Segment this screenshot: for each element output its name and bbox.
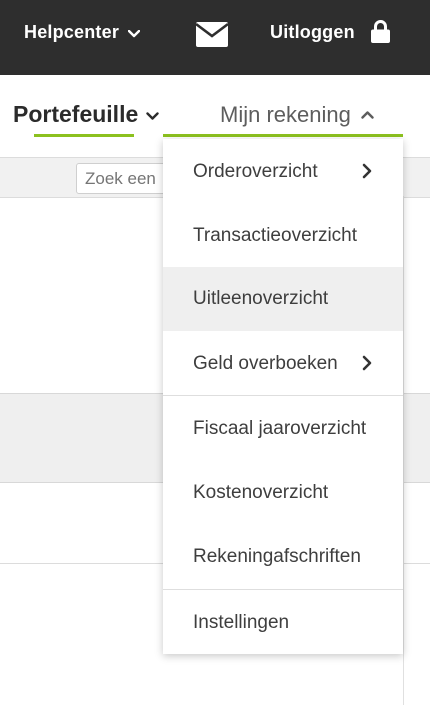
chevron-down-icon	[128, 29, 141, 37]
menu-item-instellingen[interactable]: Instellingen	[163, 591, 403, 655]
account-dropdown-menu: Orderoverzicht Transactieoverzicht Uitle…	[163, 139, 403, 654]
menu-item-kostenoverzicht[interactable]: Kostenoverzicht	[163, 461, 403, 525]
menu-item-label: Orderoverzicht	[193, 161, 318, 182]
menu-item-transactieoverzicht[interactable]: Transactieoverzicht	[163, 204, 403, 268]
envelope-icon	[196, 22, 228, 47]
menu-item-uitleenoverzicht[interactable]: Uitleenoverzicht	[163, 267, 403, 331]
logout-label: Uitloggen	[270, 22, 355, 42]
menu-item-rekeningafschriften[interactable]: Rekeningafschriften	[163, 525, 403, 589]
top-bar: Helpcenter Uitloggen	[0, 0, 430, 75]
messages-button[interactable]	[196, 22, 228, 47]
divider	[403, 196, 404, 705]
menu-separator	[163, 589, 403, 590]
lock-icon	[370, 19, 390, 43]
helpcenter-label: Helpcenter	[24, 22, 120, 42]
menu-item-label: Geld overboeken	[193, 353, 338, 374]
menu-separator	[163, 395, 403, 396]
nav-mijn-rekening[interactable]: Mijn rekening	[220, 102, 374, 128]
nav-mijn-rekening-underline	[163, 134, 403, 137]
menu-item-label: Fiscaal jaaroverzicht	[193, 418, 367, 439]
menu-item-label: Transactieoverzicht	[193, 225, 358, 246]
nav-portefeuille-underline	[34, 134, 134, 137]
chevron-up-icon	[361, 110, 374, 119]
nav-portefeuille-label: Portefeuille	[13, 101, 139, 127]
menu-item-label: Kostenoverzicht	[193, 482, 329, 503]
menu-item-fiscaal-jaaroverzicht[interactable]: Fiscaal jaaroverzicht	[163, 397, 403, 461]
chevron-right-icon	[362, 163, 372, 179]
menu-item-label: Instellingen	[193, 612, 290, 633]
helpcenter-menu[interactable]: Helpcenter	[24, 22, 141, 43]
logout-button[interactable]: Uitloggen	[270, 19, 390, 43]
menu-item-label: Rekeningafschriften	[193, 546, 361, 567]
menu-item-geld-overboeken[interactable]: Geld overboeken	[163, 332, 403, 396]
chevron-down-icon	[146, 111, 159, 120]
menu-item-orderoverzicht[interactable]: Orderoverzicht	[163, 140, 403, 204]
nav-portefeuille[interactable]: Portefeuille	[13, 101, 159, 128]
chevron-right-icon	[362, 355, 372, 371]
nav-mijn-rekening-label: Mijn rekening	[220, 102, 351, 127]
menu-item-label: Uitleenoverzicht	[193, 288, 329, 309]
